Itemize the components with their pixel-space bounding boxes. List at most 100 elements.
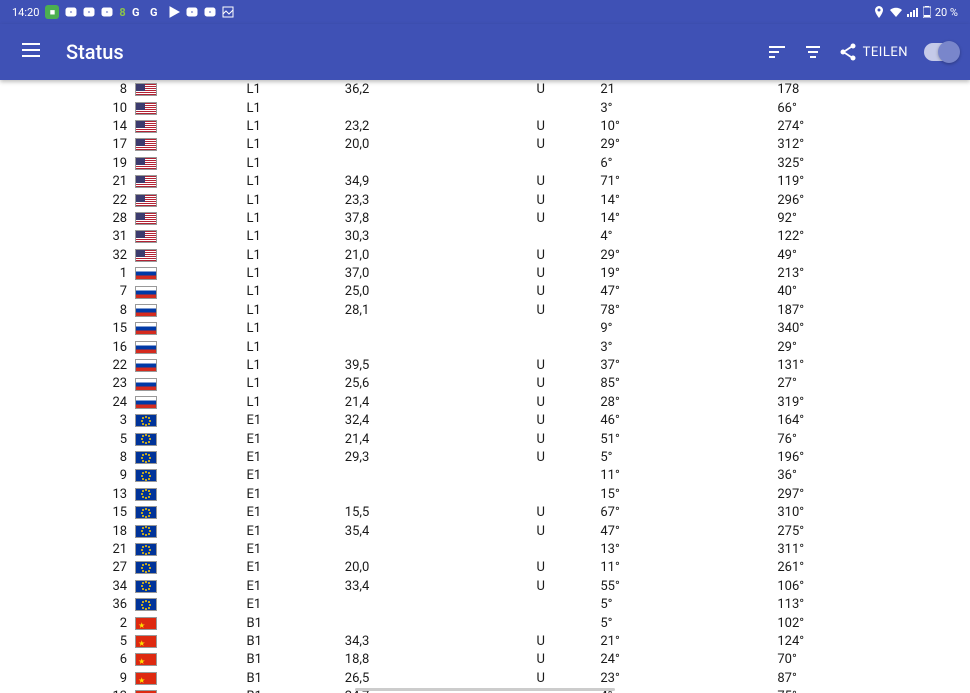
sat-used: U <box>485 247 596 265</box>
sat-used: U <box>485 559 596 577</box>
sat-used: U <box>485 412 596 430</box>
sat-used: U <box>485 173 596 191</box>
sat-used: U <box>485 394 596 412</box>
flag-us-icon <box>135 138 157 151</box>
sat-azim: 27° <box>773 375 970 393</box>
sat-id: 13 <box>0 688 131 693</box>
sat-flag <box>131 99 242 117</box>
filter-button[interactable] <box>795 34 831 70</box>
sat-id: 2 <box>0 614 131 632</box>
sat-snr: 32,4 <box>341 412 485 430</box>
satellite-table-container[interactable]: 8L136,2U2117810L13°66°14L123,2U10°274°17… <box>0 80 970 693</box>
sat-snr: 36,2 <box>341 81 485 99</box>
sat-snr: 25,6 <box>341 375 485 393</box>
status-time: 14:20 <box>12 6 39 19</box>
scroll-indicator <box>355 688 615 691</box>
sat-used: U <box>485 651 596 669</box>
sat-flag <box>131 155 242 173</box>
sat-signal: E1 <box>242 541 340 559</box>
flag-eu-icon <box>135 488 157 501</box>
sat-elev: 4° <box>596 688 773 693</box>
sat-id: 5 <box>0 430 131 448</box>
sat-azim: 75° <box>773 688 970 693</box>
sat-used: U <box>485 633 596 651</box>
sat-signal: E1 <box>242 412 340 430</box>
sat-azim: 310° <box>773 504 970 522</box>
flag-cn-icon <box>135 635 157 648</box>
sat-flag <box>131 467 242 485</box>
table-row: 22L139,5U37°131° <box>0 357 970 375</box>
sat-signal: E1 <box>242 467 340 485</box>
sat-signal: L1 <box>242 99 340 117</box>
flag-eu-icon <box>135 580 157 593</box>
svg-text:G: G <box>150 6 158 18</box>
notification-count: 8 <box>119 6 125 19</box>
sat-signal: B1 <box>242 688 340 693</box>
sat-signal: B1 <box>242 633 340 651</box>
sat-used <box>485 99 596 117</box>
sat-azim: 92° <box>773 210 970 228</box>
sat-flag <box>131 191 242 209</box>
sat-snr <box>341 467 485 485</box>
sat-snr: 37,8 <box>341 210 485 228</box>
sat-azim: 274° <box>773 118 970 136</box>
sat-flag <box>131 559 242 577</box>
sat-elev: 29° <box>596 247 773 265</box>
wifi-icon <box>889 6 903 18</box>
sat-id: 31 <box>0 228 131 246</box>
sort-button[interactable] <box>759 34 795 70</box>
sat-snr <box>341 486 485 504</box>
sat-flag <box>131 504 242 522</box>
sat-signal: L1 <box>242 375 340 393</box>
sat-id: 28 <box>0 210 131 228</box>
sat-id: 21 <box>0 541 131 559</box>
share-button[interactable]: TEILEN <box>831 35 916 69</box>
google-icon: G <box>132 6 144 18</box>
sat-id: 27 <box>0 559 131 577</box>
sat-signal: L1 <box>242 357 340 375</box>
sat-signal: L1 <box>242 136 340 154</box>
table-row: 13E115°297° <box>0 486 970 504</box>
sat-signal: E1 <box>242 559 340 577</box>
table-row: 14L123,2U10°274° <box>0 118 970 136</box>
flag-ru-icon <box>135 322 157 335</box>
flag-eu-icon <box>135 414 157 427</box>
sat-elev: 11° <box>596 559 773 577</box>
menu-button[interactable] <box>12 31 50 73</box>
sat-signal: B1 <box>242 651 340 669</box>
sat-id: 14 <box>0 118 131 136</box>
sat-elev: 6° <box>596 155 773 173</box>
sat-flag <box>131 541 242 559</box>
sat-elev: 47° <box>596 283 773 301</box>
sat-flag <box>131 394 242 412</box>
sat-used: U <box>485 81 596 99</box>
sat-signal: L1 <box>242 394 340 412</box>
sat-used <box>485 486 596 504</box>
sat-id: 22 <box>0 191 131 209</box>
sat-snr: 37,0 <box>341 265 485 283</box>
flag-eu-icon <box>135 598 157 611</box>
sat-azim: 312° <box>773 136 970 154</box>
sat-flag <box>131 522 242 540</box>
sat-signal: L1 <box>242 247 340 265</box>
table-row: 22L123,3U14°296° <box>0 191 970 209</box>
sat-snr: 18,8 <box>341 651 485 669</box>
sat-azim: 122° <box>773 228 970 246</box>
sat-elev: 21 <box>596 81 773 99</box>
sat-used: U <box>485 302 596 320</box>
sat-snr: 15,5 <box>341 504 485 522</box>
toggle-switch[interactable] <box>924 43 958 61</box>
sat-azim: 113° <box>773 596 970 614</box>
sat-used: U <box>485 504 596 522</box>
sat-id: 18 <box>0 522 131 540</box>
sat-signal: L1 <box>242 338 340 356</box>
sat-azim: 102° <box>773 614 970 632</box>
sat-signal: L1 <box>242 173 340 191</box>
flag-cn-icon <box>135 617 157 630</box>
flag-ru-icon <box>135 286 157 299</box>
flag-us-icon <box>135 230 157 243</box>
sat-signal: E1 <box>242 449 340 467</box>
sat-signal: L1 <box>242 118 340 136</box>
sat-signal: L1 <box>242 155 340 173</box>
table-row: 16L13°29° <box>0 338 970 356</box>
